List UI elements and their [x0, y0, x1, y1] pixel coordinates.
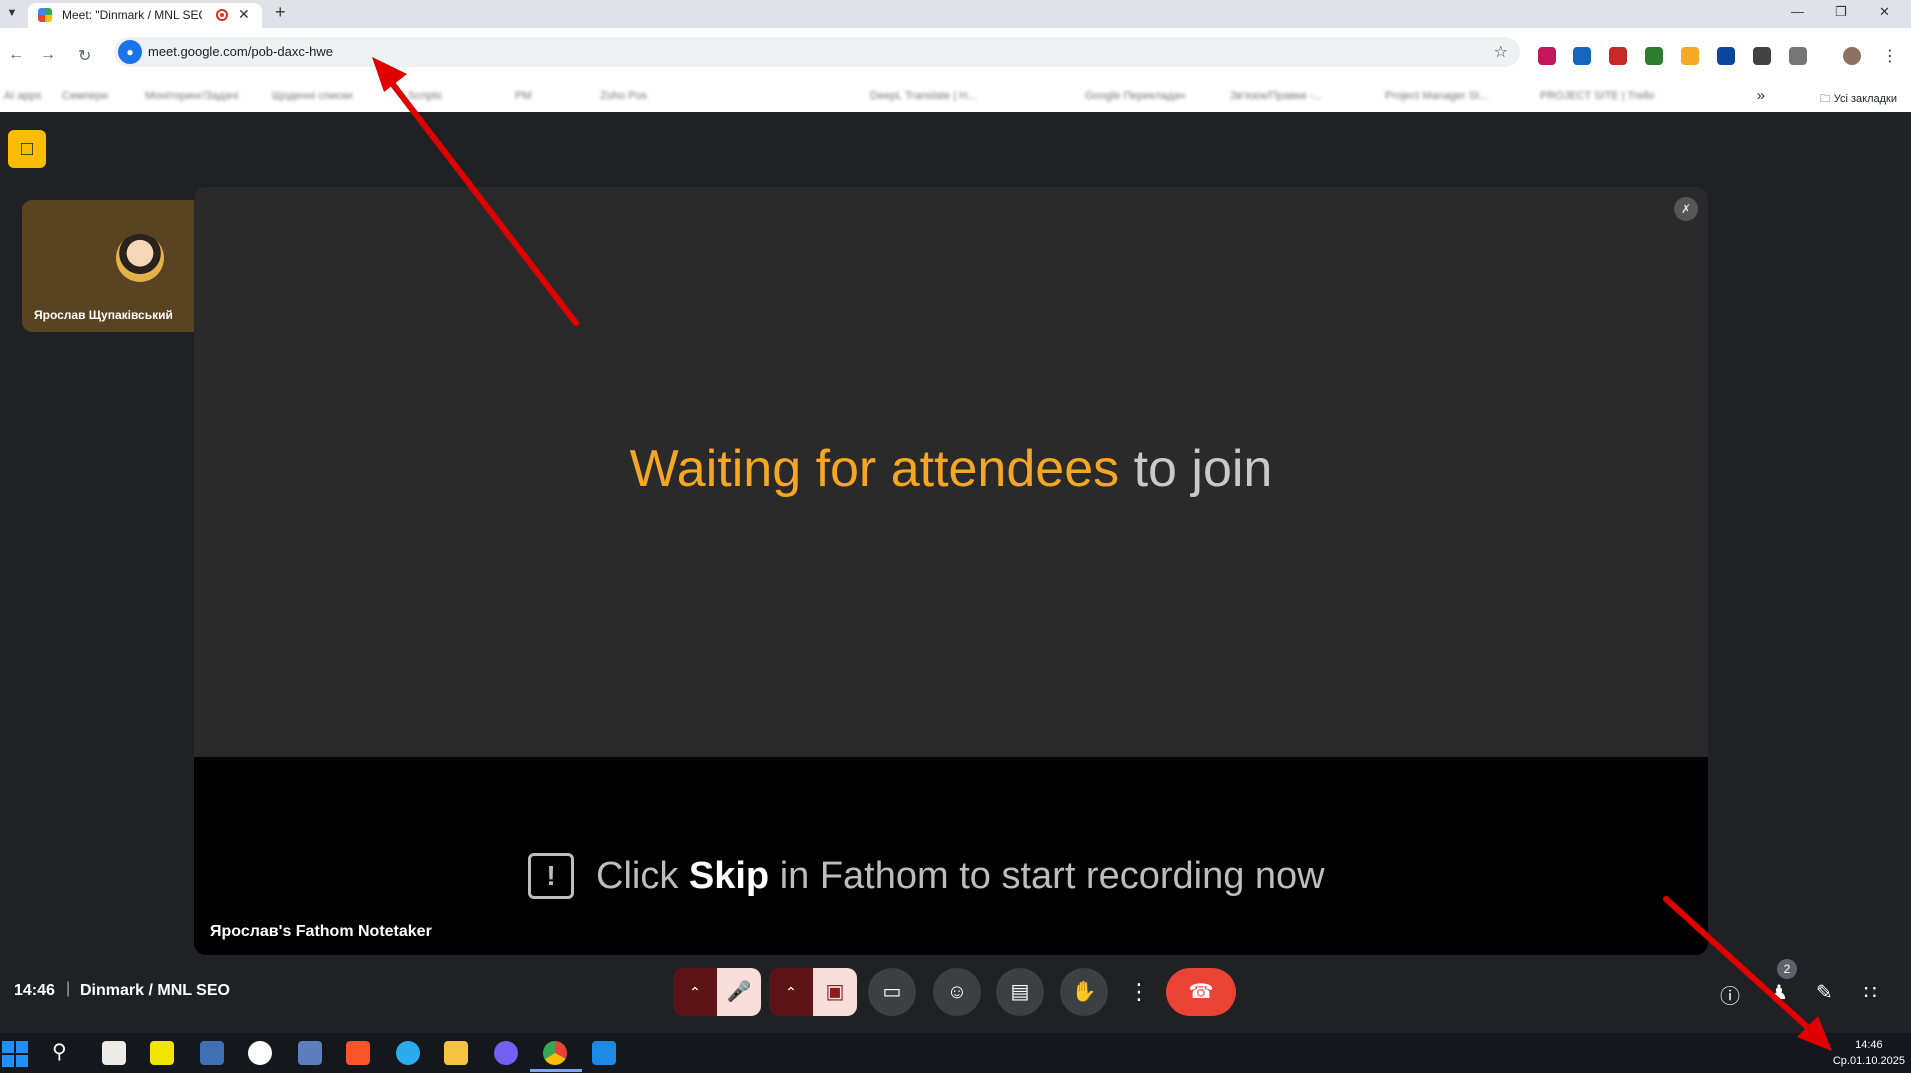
camera-toggle-button[interactable]: ▣ [813, 968, 857, 1016]
waiting-panel: ✗ Waiting for attendees to join [194, 187, 1708, 757]
people-icon[interactable]: ♟ [1770, 980, 1788, 1005]
all-bookmarks[interactable]: 🗀 Усі закладки [1820, 90, 1897, 109]
meet-area: □ ✗ Ярослав Щупаківський ✗ Waiting for a… [0, 112, 1911, 1052]
audio-options-button[interactable]: ⌃ [673, 968, 717, 1016]
search-icon[interactable]: ⚲ [52, 1039, 67, 1064]
viber-icon[interactable] [494, 1041, 518, 1065]
waiting-highlight: Waiting for attendees [629, 440, 1120, 498]
extension-image-icon[interactable] [1753, 47, 1771, 65]
address-bar[interactable]: ● meet.google.com/pob-daxc-hwe ☆ [114, 37, 1520, 67]
tab-strip: ▼ Meet: "Dinmark / MNL SEO ✕ + — ❐ ✕ [0, 0, 1911, 28]
telegram-icon[interactable] [396, 1041, 420, 1065]
browser-toolbar: ← → ↻ ● meet.google.com/pob-daxc-hwe ☆ ⋮… [0, 28, 1911, 112]
new-tab-button[interactable]: + [275, 2, 286, 23]
bookmark-item[interactable]: PROJECT SITE | Trello [1540, 90, 1655, 102]
extension-b-icon[interactable] [1573, 47, 1591, 65]
minimize-icon[interactable]: — [1791, 4, 1804, 19]
clock-date: Ср.01.10.2025 [1832, 1055, 1905, 1067]
reactions-button[interactable]: ☺ [933, 968, 981, 1016]
separator: | [66, 980, 71, 997]
leave-call-button[interactable]: ☎ [1166, 968, 1236, 1016]
meeting-title: Dinmark / MNL SEO [80, 982, 230, 999]
hint-skip: Skip [688, 855, 770, 897]
sticky-notes-icon[interactable] [150, 1041, 174, 1065]
participant-name: Ярослав's Fathom Notetaker [210, 923, 432, 940]
bookmark-item[interactable]: AI apps [4, 90, 41, 102]
mic-toggle-button[interactable]: 🎤 [717, 968, 761, 1016]
bookmarks-bar: AI apps Семпери Моніторинг/Задачі Щоденн… [0, 82, 1911, 112]
app-icon[interactable] [298, 1041, 322, 1065]
waiting-rest: to join [1133, 440, 1273, 498]
browser-menu-icon[interactable]: ⋮ [1882, 46, 1898, 66]
app-icon[interactable] [200, 1041, 224, 1065]
close-tab-icon[interactable]: ✕ [238, 6, 250, 23]
chat-icon[interactable]: ✎ [1816, 980, 1833, 1005]
app-icon[interactable] [248, 1041, 272, 1065]
raise-hand-button[interactable]: ✋ [1060, 968, 1108, 1016]
fathom-hint: Click Skip in Fathom to start recording … [596, 855, 1325, 898]
bookmark-item[interactable]: Google Перекладач [1085, 90, 1185, 102]
app-icon[interactable] [102, 1041, 126, 1065]
file-explorer-icon[interactable] [444, 1041, 468, 1065]
extension-shield-icon[interactable] [1538, 47, 1556, 65]
more-bookmarks-icon[interactable]: » [1757, 87, 1765, 104]
start-menu-icon[interactable] [0, 1039, 30, 1069]
extension-blue-icon[interactable] [1717, 47, 1735, 65]
bookmark-item[interactable]: Зв'язок/Правки -... [1230, 90, 1322, 102]
activities-grid-icon[interactable]: ∷ [1864, 980, 1877, 1005]
bookmark-item[interactable]: DeepL Translate | Н... [870, 90, 976, 102]
meet-favicon-icon [38, 8, 52, 22]
fathom-hint-panel: ! Click Skip in Fathom to start recordin… [194, 757, 1708, 955]
mic-off-icon: ✗ [1674, 197, 1698, 221]
waiting-message: Waiting for attendees to join [194, 439, 1708, 499]
extension-green-icon[interactable] [1645, 47, 1663, 65]
reload-icon[interactable]: ↻ [78, 46, 91, 66]
fathom-logo-icon[interactable]: □ [8, 130, 46, 168]
captions-button[interactable]: ▤ [996, 968, 1044, 1016]
hint-post: in Fathom to start recording now [779, 855, 1325, 897]
avatar [116, 234, 164, 282]
system-clock[interactable]: 14:46 Ср.01.10.2025 [1833, 1037, 1905, 1069]
recording-icon [216, 9, 228, 21]
people-count-badge: 2 [1777, 959, 1797, 979]
clock-time: 14:46 [1855, 1039, 1883, 1051]
bookmark-item[interactable]: Project Manager St... [1385, 90, 1488, 102]
present-screen-button[interactable]: ▭ [868, 968, 916, 1016]
bookmark-item[interactable]: Scripts [408, 90, 442, 102]
taskbar: ⚲ 14:46 Ср.01.10.2025 [0, 1033, 1911, 1073]
forward-icon[interactable]: → [40, 46, 56, 64]
restore-icon[interactable]: ❐ [1835, 4, 1847, 20]
bookmark-item[interactable]: Семпери [62, 90, 108, 102]
extension-yellow-icon[interactable] [1681, 47, 1699, 65]
bookmark-item[interactable]: Щоденні списки [272, 90, 352, 102]
profile-avatar[interactable] [1843, 47, 1861, 65]
tab-search-chevron-icon[interactable]: ▼ [4, 5, 20, 21]
video-options-button[interactable]: ⌃ [769, 968, 813, 1016]
app-icon[interactable] [592, 1041, 616, 1065]
bookmark-item[interactable]: Zoho Pos [600, 90, 647, 102]
hint-pre: Click [596, 855, 679, 897]
url-text: meet.google.com/pob-daxc-hwe [148, 44, 333, 59]
brave-browser-icon[interactable] [346, 1041, 370, 1065]
more-options-button[interactable]: ⋮ [1124, 968, 1154, 1016]
tab-title: Meet: "Dinmark / MNL SEO [62, 8, 202, 22]
meeting-info-icon[interactable]: ⓘ [1720, 980, 1740, 1009]
bookmark-star-icon[interactable]: ☆ [1494, 42, 1508, 62]
back-icon[interactable]: ← [8, 46, 24, 64]
microphone-icon[interactable]: ● [118, 40, 142, 64]
extension-red-icon[interactable] [1609, 47, 1627, 65]
participant-name: Ярослав Щупаківський [34, 308, 173, 322]
bookmark-item[interactable]: PM [515, 90, 532, 102]
bookmark-item[interactable]: Моніторинг/Задачі [145, 90, 239, 102]
extensions-puzzle-icon[interactable] [1789, 47, 1807, 65]
active-app-indicator [530, 1069, 582, 1072]
close-window-icon[interactable]: ✕ [1879, 4, 1890, 20]
main-video-tile: ✗ Waiting for attendees to join ! Click … [194, 187, 1708, 955]
all-bookmarks-label: Усі закладки [1833, 93, 1897, 105]
meeting-time: 14:46 [14, 982, 55, 999]
chrome-icon[interactable] [543, 1041, 567, 1065]
tab-meet[interactable]: Meet: "Dinmark / MNL SEO ✕ [28, 3, 262, 28]
alert-icon: ! [528, 853, 574, 899]
